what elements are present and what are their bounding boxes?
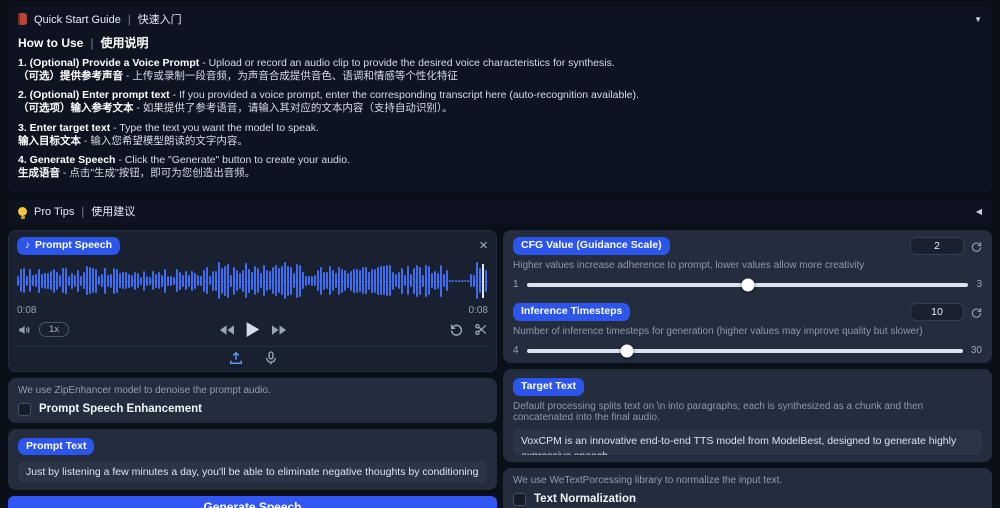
timesteps-max-label: 30: [970, 345, 982, 356]
prompt-speech-player: ♪ Prompt Speech × 0:08 0:08 1x: [8, 230, 497, 372]
prompt-time-row: 0:08 0:08: [17, 305, 488, 316]
elapsed-time: 0:08: [17, 304, 37, 316]
timesteps-value-input[interactable]: 10: [910, 303, 964, 321]
cfg-block: CFG Value (Guidance Scale) 2 Higher valu…: [513, 237, 982, 291]
cfg-slider[interactable]: [526, 278, 969, 291]
prompt-waveform[interactable]: [17, 258, 488, 304]
play-button[interactable]: [245, 321, 261, 338]
step-4: 4. Generate Speech - Click the "Generate…: [18, 153, 350, 179]
cfg-slider-handle[interactable]: [741, 278, 754, 291]
step-3: 3. Enter target text - Type the text you…: [18, 121, 319, 147]
audio-source-row: [17, 345, 488, 365]
total-time: 0:08: [468, 304, 488, 316]
target-text-input[interactable]: VoxCPM is an innovative end-to-end TTS m…: [513, 428, 982, 455]
cfg-description: Higher values increase adherence to prom…: [513, 260, 865, 271]
settings-group: CFG Value (Guidance Scale) 2 Higher valu…: [503, 230, 992, 363]
enhancement-checkbox[interactable]: [18, 402, 31, 416]
cfg-reset-icon[interactable]: [971, 241, 982, 252]
timesteps-min-label: 4: [513, 345, 519, 356]
right-column: CFG Value (Guidance Scale) 2 Higher valu…: [503, 230, 992, 508]
skip-forward-icon[interactable]: [271, 324, 287, 336]
lightbulb-icon: [18, 206, 27, 219]
prompt-waveform-bars[interactable]: [17, 258, 488, 304]
prompt-text-label: Prompt Text: [18, 437, 95, 456]
normalization-label[interactable]: Text Normalization: [534, 493, 636, 505]
normalization-checkbox[interactable]: [513, 492, 526, 506]
book-icon: [18, 13, 27, 25]
cfg-min-label: 1: [513, 279, 519, 290]
quick-start-body: How to Use | 使用说明 1. (Optional) Provide a …: [18, 34, 982, 180]
enhancement-checkbox-row[interactable]: Prompt Speech Enhancement: [18, 402, 487, 416]
microphone-icon[interactable]: [265, 350, 277, 365]
pro-tips-accordion-header[interactable]: Pro Tips | 使用建议 ◀: [8, 199, 992, 223]
chevron-down-icon: ▼: [974, 14, 982, 24]
enhancement-group: We use ZipEnhancer model to denoise the …: [8, 377, 497, 423]
target-text-label: Target Text: [513, 378, 585, 396]
how-to-use-heading: How to Use | 使用说明: [18, 36, 149, 50]
timesteps-block: Inference Timesteps 10 Number of inferen…: [513, 303, 982, 357]
playback-speed-button[interactable]: 1x: [39, 322, 70, 338]
timesteps-label: Inference Timesteps: [513, 303, 631, 321]
quick-start-accordion-header[interactable]: Quick Start Guide | 快速入门 ▼: [18, 11, 982, 27]
enhancement-info: We use ZipEnhancer model to denoise the …: [18, 384, 271, 396]
timesteps-slider[interactable]: [526, 344, 963, 357]
prompt-text-input[interactable]: [18, 461, 487, 484]
timesteps-description: Number of inference timesteps for genera…: [513, 326, 923, 337]
cfg-max-label: 3: [976, 279, 982, 290]
target-text-group: Target Text Default processing splits te…: [503, 369, 992, 462]
prompt-controls: 1x: [17, 319, 488, 341]
step-2: 2. (Optional) Enter prompt text - If you…: [18, 89, 639, 115]
quick-start-title: Quick Start Guide | 快速入门: [34, 14, 182, 26]
timesteps-slider-row: 4 30: [513, 344, 982, 357]
app: Quick Start Guide | 快速入门 ▼ How to Use | 使用说明…: [0, 0, 1000, 508]
enhancement-label[interactable]: Prompt Speech Enhancement: [39, 403, 202, 415]
playhead: [482, 263, 484, 298]
main-columns: ♪ Prompt Speech × 0:08 0:08 1x We use Zi…: [8, 230, 992, 508]
cfg-slider-row: 1 3: [513, 278, 982, 291]
skip-back-icon[interactable]: [219, 324, 234, 336]
cfg-value-input[interactable]: 2: [910, 237, 964, 255]
generate-button[interactable]: Generate Speech: [8, 496, 497, 508]
step-1: 1. (Optional) Provide a Voice Prompt - U…: [18, 57, 615, 83]
normalization-group: We use WeTextPorcessing library to norma…: [503, 467, 992, 508]
normalization-info: We use WeTextPorcessing library to norma…: [513, 474, 783, 486]
normalization-checkbox-row[interactable]: Text Normalization: [513, 492, 982, 506]
volume-icon[interactable]: [17, 323, 31, 337]
left-column: ♪ Prompt Speech × 0:08 0:08 1x We use Zi…: [8, 230, 497, 508]
prompt-speech-label: ♪ Prompt Speech: [17, 237, 121, 255]
music-note-icon: ♪: [25, 240, 30, 252]
close-icon[interactable]: ×: [479, 238, 488, 253]
trim-scissors-icon[interactable]: [474, 323, 488, 336]
upload-icon[interactable]: [229, 351, 243, 365]
undo-trim-icon[interactable]: [450, 323, 463, 336]
target-text-description: Default processing splits text on \n int…: [513, 400, 924, 423]
cfg-label: CFG Value (Guidance Scale): [513, 237, 670, 255]
chevron-left-icon: ◀: [975, 206, 982, 216]
quick-start-section: Quick Start Guide | 快速入门 ▼ How to Use | 使用说明…: [8, 6, 992, 192]
prompt-text-group: Prompt Text: [8, 428, 497, 491]
timesteps-reset-icon[interactable]: [971, 307, 982, 318]
pro-tips-title: Pro Tips | 使用建议: [34, 206, 136, 218]
timesteps-slider-handle[interactable]: [620, 344, 634, 357]
